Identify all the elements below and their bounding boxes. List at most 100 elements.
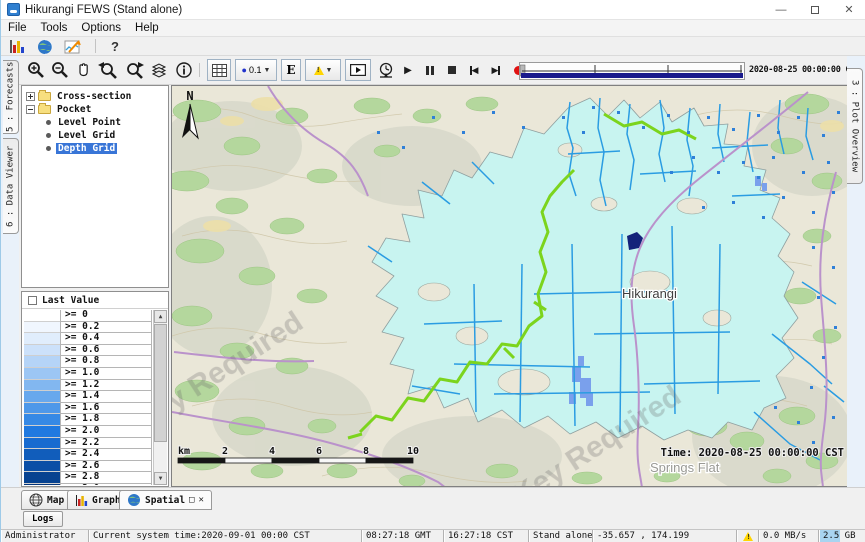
svg-text:8: 8 <box>363 446 369 457</box>
menu-bar: File Tools Options Help <box>1 20 865 37</box>
window-controls: — ✕ <box>764 0 865 19</box>
close-button[interactable]: ✕ <box>832 0 865 19</box>
status-gmt-time: 08:27:18 GMT <box>362 530 444 542</box>
status-user: Administrator <box>1 530 89 542</box>
map-view[interactable]: API Key Required API Key Required Hikura… <box>171 85 848 487</box>
menu-file[interactable]: File <box>1 21 34 35</box>
skip-to-end-button[interactable]: ▶ <box>487 61 505 79</box>
legend-row[interactable]: >= 1.0 <box>24 368 152 380</box>
bottom-tab-bar: Map Graph Spatial □ ✕ <box>1 487 865 510</box>
legend-color-swatch <box>24 449 60 461</box>
expand-icon[interactable] <box>26 92 35 101</box>
legend-title: Last Value <box>42 295 99 306</box>
status-download-speed: 0.0 MB/s <box>759 530 819 542</box>
zoom-next-icon[interactable] <box>123 59 145 81</box>
tab-close-icon[interactable]: ✕ <box>198 496 203 505</box>
layers-icon[interactable] <box>149 59 171 81</box>
status-mode: Stand alone <box>529 530 593 542</box>
filter-tree-panel: Cross-section Pocket Level Point Level G… <box>21 85 169 288</box>
scroll-down-icon[interactable]: ▼ <box>154 472 167 485</box>
minimize-button[interactable]: — <box>764 0 798 19</box>
legend-row[interactable]: >= 3.0 <box>24 484 152 485</box>
tab-plot-overview[interactable]: 3 : Plot Overview <box>847 68 863 184</box>
tree-item-level-grid[interactable]: Level Grid <box>26 129 168 141</box>
legend-header: Last Value <box>22 292 168 309</box>
svg-text:km: km <box>178 446 190 457</box>
tab-data-viewer[interactable]: 6 : Data Viewer <box>3 138 19 234</box>
svg-text:4: 4 <box>269 446 275 457</box>
tab-forecasts[interactable]: 5 : Forecasts <box>3 60 19 134</box>
scroll-up-icon[interactable]: ▲ <box>154 310 167 323</box>
tree-item-pocket[interactable]: Pocket <box>26 103 168 115</box>
legend-color-swatch <box>24 472 60 484</box>
help-icon[interactable]: ? <box>105 38 125 55</box>
time-slider[interactable] <box>519 62 745 80</box>
status-system-time: Current system time:2020-09-01 00:00 CST <box>89 530 362 542</box>
zoom-previous-icon[interactable] <box>97 59 119 81</box>
logs-button[interactable]: Logs <box>23 511 63 527</box>
tab-maximize-icon[interactable]: □ <box>189 496 194 505</box>
legend-color-swatch <box>24 356 60 368</box>
maximize-button[interactable] <box>798 0 832 19</box>
play-button[interactable]: ▶ <box>399 61 417 79</box>
legend-row[interactable]: >= 2.0 <box>24 426 152 438</box>
legend-color-swatch <box>24 391 60 403</box>
time-marker-icon[interactable] <box>375 59 397 81</box>
spatial-display-icon[interactable] <box>63 38 83 55</box>
status-bar: Administrator Current system time:2020-0… <box>1 529 865 542</box>
place-label-springs-flat: Springs Flat <box>650 460 720 475</box>
legend-toggle-button[interactable]: E <box>281 59 301 81</box>
fews-app-icon <box>7 3 20 16</box>
left-tab-strip: 5 : Forecasts 6 : Data Viewer <box>1 56 19 487</box>
animation-button[interactable] <box>345 59 371 81</box>
stop-button[interactable] <box>443 61 461 79</box>
status-local-time: 16:27:18 CST <box>444 530 529 542</box>
menu-options[interactable]: Options <box>74 21 128 35</box>
map-globe-icon[interactable] <box>35 38 55 55</box>
menu-tools[interactable]: Tools <box>34 21 75 35</box>
collapse-icon[interactable] <box>26 105 35 114</box>
status-memory-usage: 2.5 GB <box>819 530 865 542</box>
main-toolbar: ? <box>1 37 865 56</box>
tab-spatial[interactable]: Spatial □ ✕ <box>119 490 212 510</box>
class-break-dropdown[interactable]: ● 0.1 ▼ <box>235 59 277 81</box>
skip-to-start-button[interactable]: ◀ <box>465 61 483 79</box>
svg-text:6: 6 <box>316 446 322 457</box>
legend-row[interactable]: >= 1.4 <box>24 391 152 403</box>
node-bullet-icon <box>46 146 51 151</box>
zoom-out-icon[interactable] <box>49 59 71 81</box>
legend-color-swatch <box>24 414 60 426</box>
pause-button[interactable] <box>421 61 439 79</box>
warning-threshold-dropdown[interactable]: ▼ <box>305 59 341 81</box>
legend-row[interactable]: >= 0 <box>24 310 152 322</box>
time-slider-span <box>521 73 743 78</box>
legend-color-swatch <box>24 333 60 345</box>
right-tab-strip: 3 : Plot Overview <box>847 56 865 487</box>
legend-color-swatch <box>24 368 60 380</box>
legend-threshold-label: >= 1.4 <box>60 391 152 403</box>
legend-color-swatch <box>24 310 60 322</box>
menu-help[interactable]: Help <box>128 21 166 35</box>
title-bar: Hikurangi FEWS (Stand alone) — ✕ <box>1 0 865 20</box>
legend-scrollbar[interactable]: ▲ ▼ <box>153 310 167 485</box>
last-value-checkbox[interactable] <box>28 296 37 305</box>
status-warning-indicator[interactable] <box>737 530 759 542</box>
node-bullet-icon <box>46 120 51 125</box>
current-time-label: 2020-08-25 00:00:00 CST <box>749 65 860 75</box>
legend-color-swatch <box>24 380 60 392</box>
tree-item-level-point[interactable]: Level Point <box>26 116 168 128</box>
tab-map[interactable]: Map <box>21 490 72 510</box>
zoom-in-icon[interactable] <box>25 59 47 81</box>
legend-color-swatch <box>24 461 60 473</box>
bar-chart-icon <box>75 494 88 507</box>
tree-item-depth-grid[interactable]: Depth Grid <box>26 142 168 154</box>
info-icon[interactable] <box>173 59 195 81</box>
map-toolbar: ● 0.1 ▼ E ▼ ▶ ◀ ▶ <box>1 56 865 85</box>
legend-color-swatch <box>24 403 60 415</box>
grid-toggle-button[interactable] <box>207 59 231 81</box>
pan-hand-icon[interactable] <box>73 59 95 81</box>
legend-row[interactable]: >= 2.4 <box>24 449 152 461</box>
scrollbar-thumb[interactable] <box>154 324 167 442</box>
tree-item-cross-section[interactable]: Cross-section <box>26 90 168 102</box>
data-explorer-icon[interactable] <box>7 38 27 55</box>
